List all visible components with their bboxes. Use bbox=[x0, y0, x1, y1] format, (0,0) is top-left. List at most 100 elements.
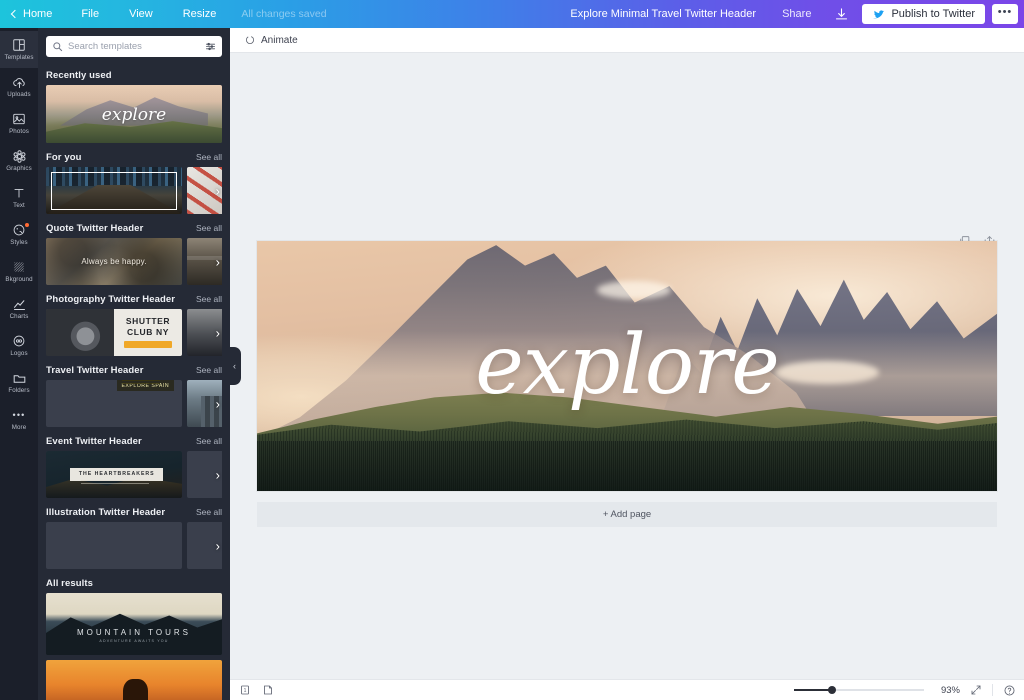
chevron-right-icon[interactable]: › bbox=[216, 397, 220, 410]
section-title: All results bbox=[46, 578, 93, 589]
ellipsis-icon: ••• bbox=[12, 408, 25, 423]
template-thumbnail[interactable]: EXPLORE SPAIN bbox=[46, 380, 182, 427]
sidebar-item-uploads[interactable]: Uploads bbox=[0, 68, 38, 105]
publish-to-twitter-button[interactable]: Publish to Twitter bbox=[862, 4, 985, 24]
panel-collapse-handle[interactable]: ‹ bbox=[228, 347, 241, 385]
more-options-button[interactable]: ••• bbox=[992, 4, 1018, 24]
page-grid-icon[interactable]: 1 bbox=[239, 684, 251, 696]
line-chart-icon bbox=[12, 297, 27, 312]
sidebar-item-text[interactable]: Text bbox=[0, 179, 38, 216]
template-thumbnail-sunset[interactable] bbox=[46, 660, 222, 700]
template-line-2: CLUB NY bbox=[127, 328, 169, 337]
text-t-icon bbox=[12, 186, 26, 201]
see-all-link[interactable]: See all bbox=[196, 365, 222, 375]
template-thumbnail[interactable]: Young Emerald Heart ILLUSTRATION bbox=[46, 522, 182, 569]
template-artwork: MOUNTAIN TOURS ADVENTURE AWAITS YOU bbox=[46, 593, 222, 655]
sidebar-item-label: Charts bbox=[10, 313, 29, 321]
template-artwork: SHUTTER CLUB NY bbox=[46, 309, 182, 356]
design-canvas[interactable]: explore bbox=[257, 241, 997, 491]
search-input[interactable] bbox=[68, 41, 205, 52]
sidebar-item-logos[interactable]: Logos bbox=[0, 327, 38, 364]
sidebar-item-folders[interactable]: Folders bbox=[0, 364, 38, 401]
section-header-travel: Travel Twitter Header See all bbox=[46, 365, 222, 376]
see-all-link[interactable]: See all bbox=[196, 223, 222, 233]
section-header-for-you: For you See all bbox=[46, 152, 222, 163]
template-thumbnail[interactable]: THE HEARTBREAKERS bbox=[46, 451, 182, 498]
see-all-link[interactable]: See all bbox=[196, 507, 222, 517]
add-page-button[interactable]: + Add page bbox=[257, 502, 997, 527]
template-thumbnail-mountain-tours[interactable]: MOUNTAIN TOURS ADVENTURE AWAITS YOU bbox=[46, 593, 222, 655]
styles-new-badge bbox=[25, 223, 29, 227]
share-button[interactable]: Share bbox=[772, 4, 821, 24]
template-caption: Always be happy. bbox=[46, 238, 182, 285]
see-all-link[interactable]: See all bbox=[196, 152, 222, 162]
chevron-right-icon[interactable]: › bbox=[216, 468, 220, 481]
zoom-slider-knob[interactable] bbox=[828, 686, 836, 694]
sidebar-item-graphics[interactable]: Graphics bbox=[0, 142, 38, 179]
see-all-link[interactable]: See all bbox=[196, 436, 222, 446]
panel-scroll-area[interactable]: Recently used explore For you See all bbox=[38, 61, 230, 700]
sidebar-item-label: Bkground bbox=[5, 276, 32, 284]
section-header-quote: Quote Twitter Header See all bbox=[46, 223, 222, 234]
see-all-link[interactable]: See all bbox=[196, 294, 222, 304]
section-title: Recently used bbox=[46, 70, 112, 81]
menu-resize[interactable]: Resize bbox=[168, 0, 232, 28]
animate-circle-icon bbox=[244, 34, 256, 46]
template-thumbnail[interactable]: Always be happy. bbox=[46, 238, 182, 285]
template-thumbnail-recently-used[interactable]: explore bbox=[46, 85, 222, 143]
sidebar-item-more[interactable]: ••• More bbox=[0, 401, 38, 438]
sidebar-item-bkground[interactable]: Bkground bbox=[0, 253, 38, 290]
filter-sliders-icon[interactable] bbox=[205, 41, 216, 52]
sidebar-item-label: Graphics bbox=[6, 165, 32, 173]
download-icon[interactable] bbox=[829, 2, 853, 26]
folder-icon bbox=[12, 371, 27, 386]
sidebar-item-photos[interactable]: Photos bbox=[0, 105, 38, 142]
menu-file[interactable]: File bbox=[66, 0, 114, 28]
chevron-right-icon[interactable]: › bbox=[216, 326, 220, 339]
sidebar-item-label: Uploads bbox=[7, 91, 30, 99]
chevron-right-icon[interactable]: › bbox=[216, 184, 220, 197]
template-caption: explore bbox=[46, 107, 222, 124]
template-row-travel: EXPLORE SPAIN › bbox=[46, 380, 222, 427]
canvas-headline-text[interactable]: explore bbox=[257, 329, 997, 403]
canvas-toolbar: Animate bbox=[230, 28, 1024, 53]
home-button[interactable]: Home bbox=[0, 0, 66, 28]
chevron-right-icon[interactable]: › bbox=[216, 255, 220, 268]
template-thumbnail[interactable] bbox=[46, 167, 182, 214]
canvas-cloud-upper bbox=[597, 281, 671, 299]
home-label: Home bbox=[23, 8, 52, 20]
sidebar-item-charts[interactable]: Charts bbox=[0, 290, 38, 327]
section-header-recently-used: Recently used bbox=[46, 70, 222, 81]
section-title: Travel Twitter Header bbox=[46, 365, 144, 376]
template-caption: MOUNTAIN TOURS bbox=[46, 628, 222, 637]
template-thumbnail[interactable]: SHUTTER CLUB NY bbox=[46, 309, 182, 356]
selection-outline bbox=[51, 172, 177, 210]
artwork-button-bar bbox=[124, 341, 172, 348]
template-artwork: Always be happy. bbox=[46, 238, 182, 285]
sidebar-item-styles[interactable]: Styles bbox=[0, 216, 38, 253]
section-title: Quote Twitter Header bbox=[46, 223, 143, 234]
document-title[interactable]: Explore Minimal Travel Twitter Header bbox=[570, 8, 756, 20]
sidebar-item-label: More bbox=[12, 424, 27, 432]
add-page-label: + Add page bbox=[603, 509, 651, 520]
artwork-subtext bbox=[81, 480, 149, 485]
sidebar-item-templates[interactable]: Templates bbox=[0, 31, 38, 68]
section-header-all-results: All results bbox=[46, 578, 222, 589]
bottom-bar-divider bbox=[992, 684, 993, 696]
menu-view[interactable]: View bbox=[114, 0, 168, 28]
artwork-text-pane: SHUTTER CLUB NY bbox=[114, 309, 182, 356]
help-circle-icon[interactable] bbox=[1003, 684, 1016, 697]
search-box[interactable] bbox=[46, 36, 222, 57]
template-artwork bbox=[46, 167, 182, 214]
sidebar-item-label: Photos bbox=[9, 128, 29, 136]
template-artwork: THE HEARTBREAKERS bbox=[46, 451, 182, 498]
template-line-1: SHUTTER bbox=[126, 317, 170, 326]
chevron-right-icon[interactable]: › bbox=[216, 539, 220, 552]
notes-icon[interactable] bbox=[262, 684, 274, 696]
section-header-photography: Photography Twitter Header See all bbox=[46, 294, 222, 305]
background-pattern-icon bbox=[12, 260, 26, 275]
expand-icon[interactable] bbox=[970, 684, 982, 696]
zoom-level-value[interactable]: 93% bbox=[934, 685, 960, 696]
sidebar-item-label: Styles bbox=[10, 239, 27, 247]
animate-button[interactable]: Animate bbox=[238, 32, 304, 48]
